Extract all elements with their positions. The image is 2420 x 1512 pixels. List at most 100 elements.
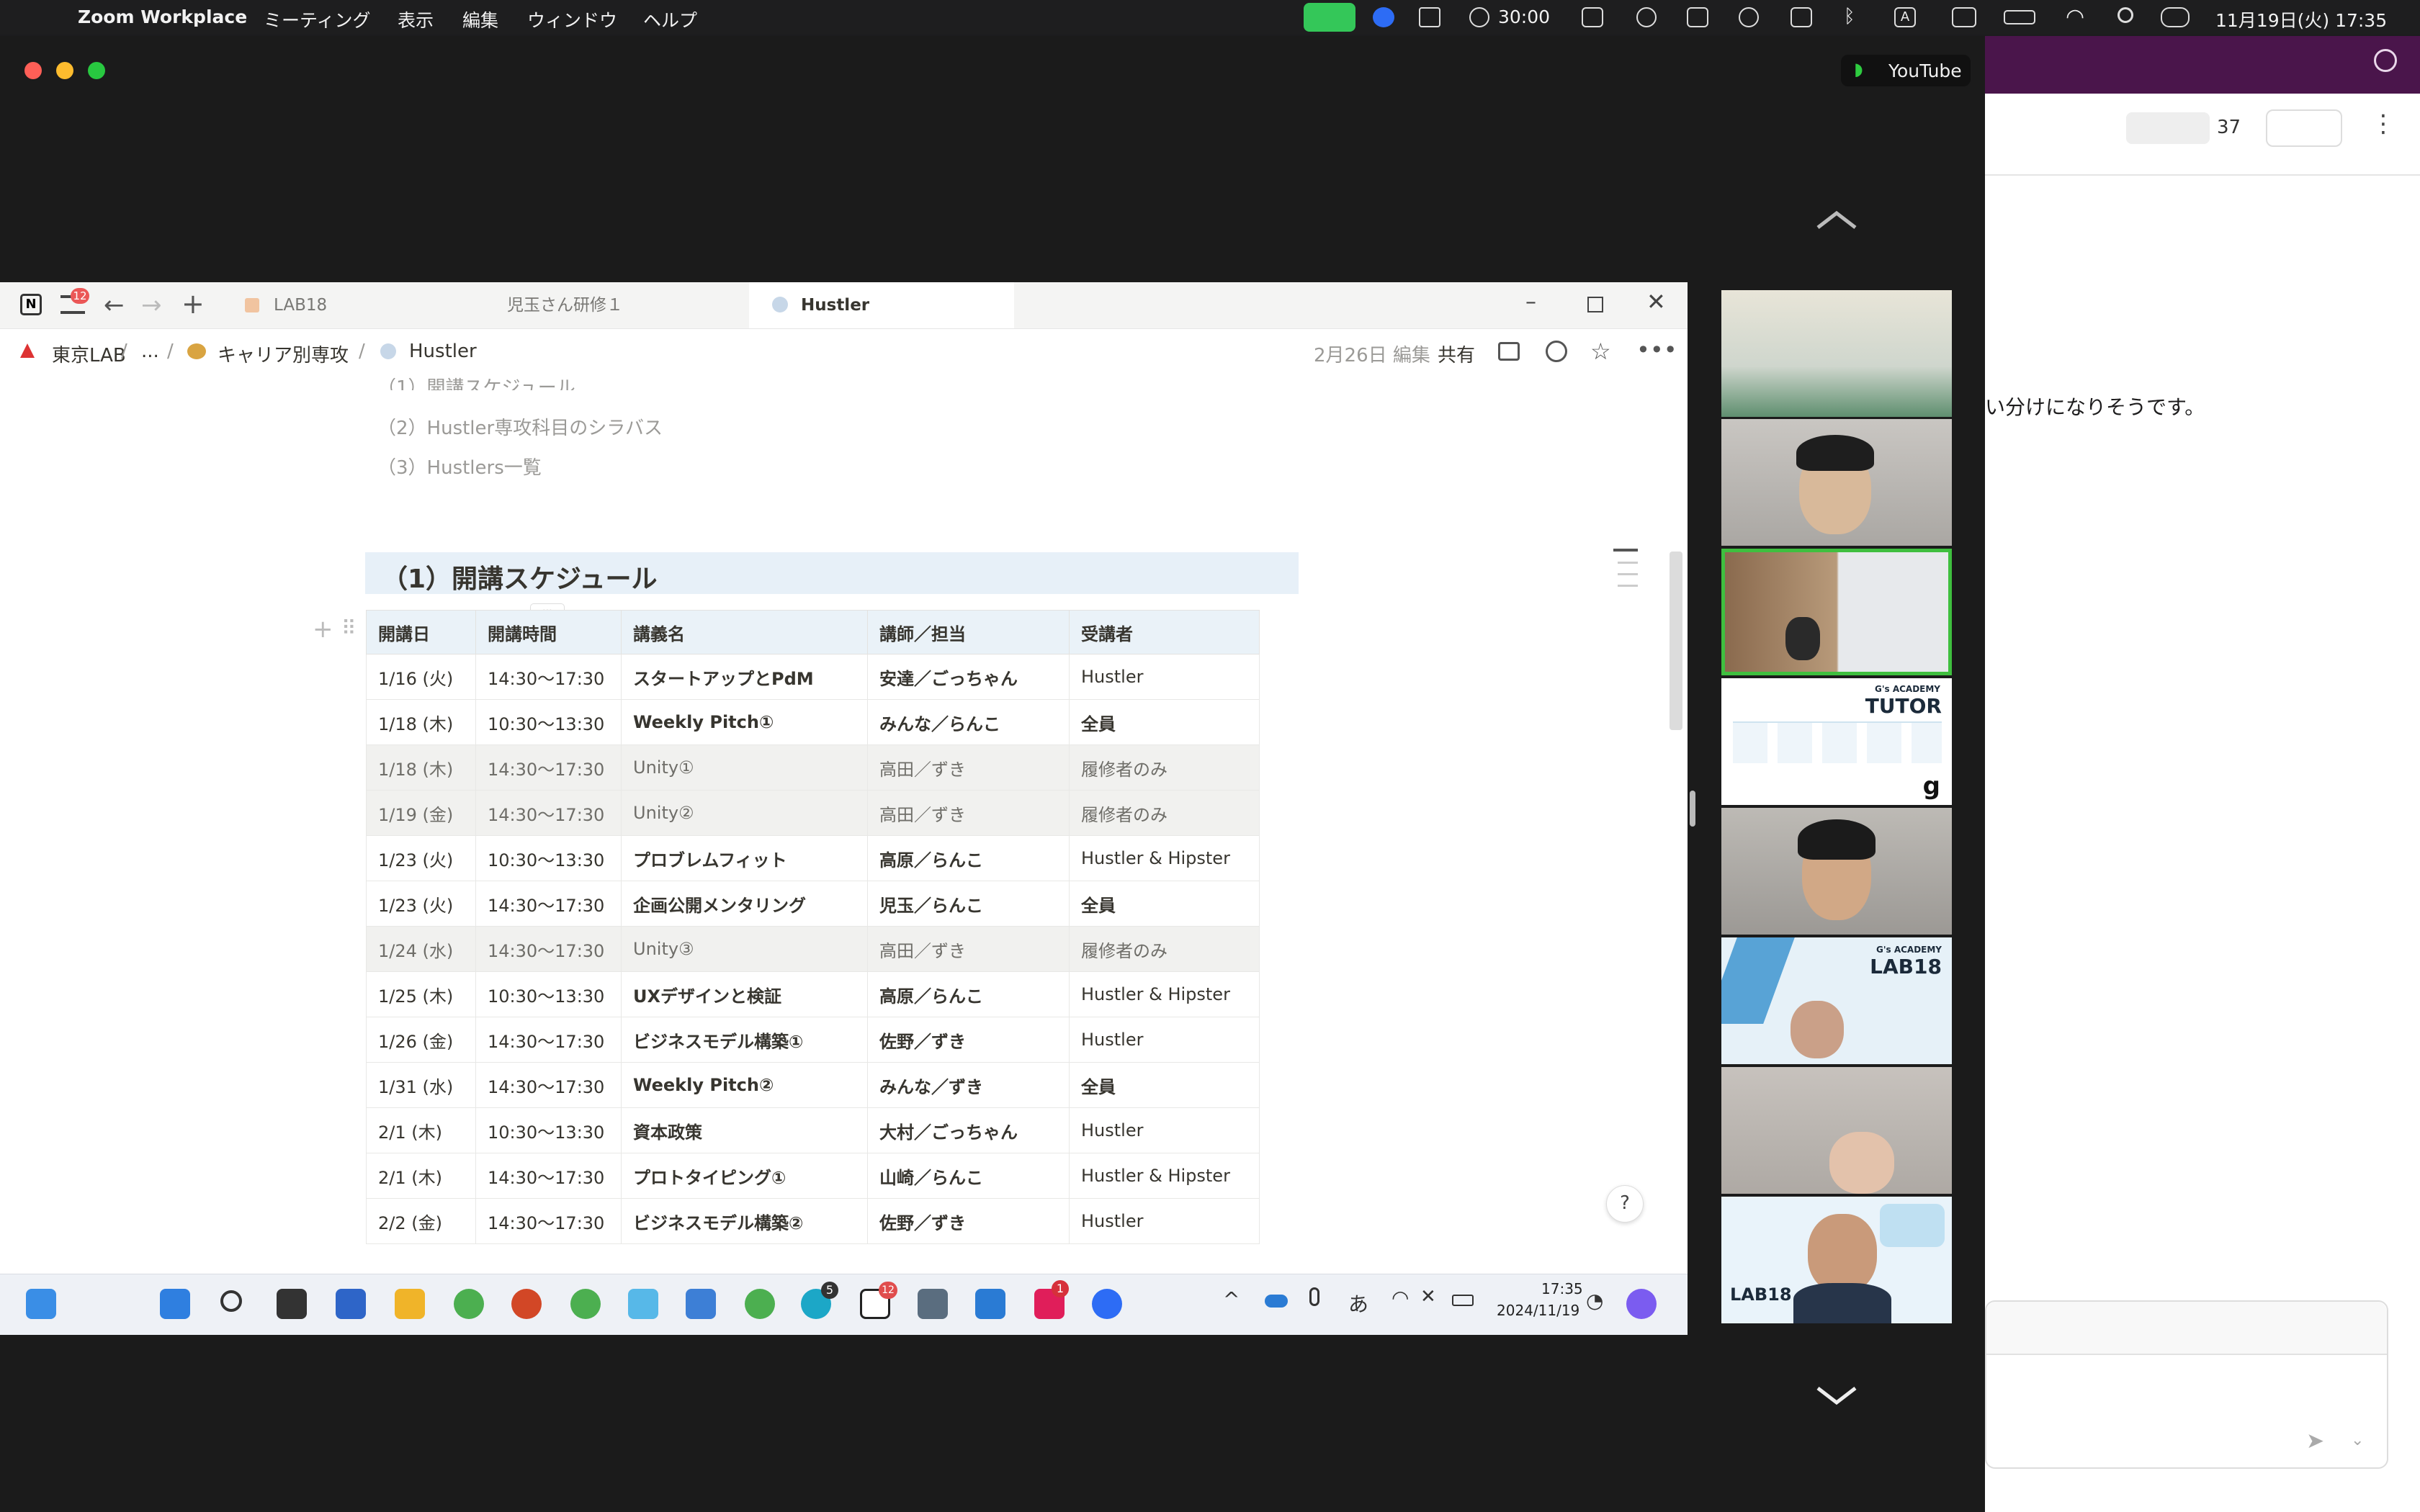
add-block-plus-icon[interactable]: + <box>313 615 333 644</box>
spotlight-search-icon[interactable] <box>2118 7 2133 23</box>
win-maximize-button[interactable] <box>1587 297 1603 312</box>
input-mode-icon[interactable]: A <box>1894 7 1916 27</box>
cell-attendees[interactable]: 履修者のみ <box>1069 744 1260 791</box>
cell-attendees[interactable]: Hustler & Hipster <box>1069 971 1260 1017</box>
menu-meeting[interactable]: ミーティング <box>264 6 371 32</box>
window-minimize-button[interactable] <box>56 62 73 79</box>
tab-hustler[interactable]: Hustler <box>749 282 1014 328</box>
participant-tile-man-glasses[interactable] <box>1721 419 1952 546</box>
cell-instructor[interactable]: 大村／ごっちゃん <box>867 1107 1070 1153</box>
speaker-muted-icon[interactable]: ✕ <box>1420 1286 1436 1308</box>
cell-time[interactable]: 14:30〜17:30 <box>475 881 622 927</box>
outline-marker[interactable] <box>1618 573 1638 575</box>
cell-lecture[interactable]: Unity① <box>621 744 868 791</box>
table-row[interactable]: 1/19 (金) 14:30〜17:30 Unity② 高田／ずき 履修者のみ <box>366 790 1260 836</box>
cell-lecture[interactable]: Unity③ <box>621 926 868 972</box>
zoom-menubar-icon[interactable] <box>1373 7 1394 27</box>
battery-tray-icon[interactable] <box>1452 1295 1474 1306</box>
onedrive-icon[interactable] <box>1265 1295 1288 1308</box>
cell-attendees[interactable]: 全員 <box>1069 1062 1260 1108</box>
cell-lecture[interactable]: UXデザインと検証 <box>621 971 868 1017</box>
history-clock-icon[interactable] <box>1546 341 1567 362</box>
cell-attendees[interactable]: 履修者のみ <box>1069 790 1260 836</box>
col-header-lecture[interactable]: 講義名 <box>621 610 868 654</box>
send-options-chevron-icon[interactable]: ⌄ <box>2351 1431 2364 1449</box>
table-row[interactable]: 1/23 (火) 14:30〜17:30 企画公開メンタリング 児玉／らんこ 全員 <box>366 881 1260 927</box>
microphone-icon[interactable] <box>1309 1287 1319 1306</box>
window-zoom-button[interactable] <box>88 62 105 79</box>
cell-time[interactable]: 10:30〜13:30 <box>475 1107 622 1153</box>
cell-instructor[interactable]: 佐野／ずき <box>867 1017 1070 1063</box>
keyboard-icon[interactable] <box>1952 7 1976 27</box>
cell-date[interactable]: 1/18 (木) <box>366 699 476 745</box>
participant-tile-man[interactable] <box>1721 808 1952 935</box>
app-menu-zoom[interactable]: Zoom Workplace <box>78 6 247 27</box>
wifi-icon[interactable]: ◠ <box>2066 4 2084 30</box>
zoom-video-status-icon[interactable] <box>1304 3 1355 32</box>
search-icon[interactable] <box>220 1290 242 1312</box>
chrome-profile-icon[interactable] <box>745 1289 775 1319</box>
cell-lecture[interactable]: Weekly Pitch② <box>621 1062 868 1108</box>
tab-kodama-training[interactable]: 児玉さん研修１ <box>493 282 745 328</box>
cell-instructor[interactable]: みんな／ずき <box>867 1062 1070 1108</box>
cell-time[interactable]: 14:30〜17:30 <box>475 1062 622 1108</box>
table-row[interactable]: 1/25 (木) 10:30〜13:30 UXデザインと検証 高原／らんこ Hustle… <box>366 971 1260 1017</box>
cell-lecture[interactable]: Unity② <box>621 790 868 836</box>
outline-marker[interactable] <box>1618 562 1638 564</box>
cell-instructor[interactable]: 高田／ずき <box>867 790 1070 836</box>
win-close-button[interactable]: ✕ <box>1646 288 1666 315</box>
cell-instructor[interactable]: 高田／ずき <box>867 926 1070 972</box>
participant-tile-lab18[interactable]: G's ACADEMY LAB18 <box>1721 937 1952 1064</box>
taskbar-time[interactable]: 17:35 <box>1541 1280 1583 1297</box>
table-row[interactable]: 1/31 (水) 14:30〜17:30 Weekly Pitch② みんな／ずき 全員 <box>366 1062 1260 1108</box>
windows-start-icon[interactable] <box>160 1289 190 1319</box>
favorite-star-icon[interactable]: ☆ <box>1590 338 1611 365</box>
chrome-icon[interactable] <box>454 1289 484 1319</box>
cell-date[interactable]: 1/23 (火) <box>366 881 476 927</box>
tab-lab18[interactable]: LAB18 <box>216 282 490 328</box>
participant-tile-active-speaker[interactable] <box>1721 549 1952 675</box>
calculator-icon[interactable] <box>918 1289 948 1319</box>
cell-lecture[interactable]: プロブレムフィット <box>621 835 868 881</box>
menu-edit[interactable]: 編集 <box>462 6 498 32</box>
toc-item-syllabus[interactable]: （2）Hustler専攻科目のシラバス <box>377 413 663 440</box>
outline-marker[interactable] <box>1618 585 1638 587</box>
display-icon[interactable] <box>1687 7 1708 27</box>
widgets-icon[interactable] <box>26 1289 56 1319</box>
help-icon[interactable] <box>2374 49 2397 72</box>
win-minimize-button[interactable]: – <box>1525 289 1536 315</box>
cell-instructor[interactable]: 山崎／らんこ <box>867 1153 1070 1199</box>
cell-lecture[interactable]: ビジネスモデル構築① <box>621 1017 868 1063</box>
photos-icon[interactable] <box>975 1289 1005 1319</box>
cell-attendees[interactable]: 全員 <box>1069 881 1260 927</box>
breadcrumb-tokyo-lab[interactable]: 東京LAB <box>52 341 126 367</box>
breadcrumb-ellipsis[interactable]: ... <box>141 341 159 362</box>
taskbar-date[interactable]: 2024/11/19 <box>1497 1302 1579 1319</box>
col-header-time[interactable]: 開講時間 <box>475 610 622 654</box>
bluetooth-icon[interactable]: ᛒ <box>1844 6 1855 27</box>
back-arrow-icon[interactable]: ← <box>104 291 125 320</box>
cell-time[interactable]: 14:30〜17:30 <box>475 1017 622 1063</box>
share-button[interactable]: 共有 <box>1438 341 1475 367</box>
notification-bell-icon[interactable]: ◔ <box>1586 1289 1603 1313</box>
page-scrollbar-thumb[interactable] <box>1670 552 1682 730</box>
cell-date[interactable]: 1/26 (金) <box>366 1017 476 1063</box>
wifi-tray-icon[interactable]: ◠ <box>1392 1286 1409 1310</box>
cell-instructor[interactable]: 高原／らんこ <box>867 971 1070 1017</box>
notion-ai-icon[interactable]: ? <box>1606 1185 1644 1223</box>
cell-instructor[interactable]: 高原／らんこ <box>867 835 1070 881</box>
timer-icon[interactable] <box>1469 7 1489 27</box>
cell-attendees[interactable]: Hustler <box>1069 654 1260 700</box>
cell-date[interactable]: 1/25 (木) <box>366 971 476 1017</box>
strip-scroll-down-icon[interactable] <box>1815 1385 1858 1407</box>
control-icon[interactable] <box>1791 7 1812 27</box>
cell-attendees[interactable]: Hustler & Hipster <box>1069 835 1260 881</box>
cell-attendees[interactable]: Hustler <box>1069 1107 1260 1153</box>
participant-tile-lab18-man[interactable]: LAB18 <box>1721 1197 1952 1323</box>
cell-attendees[interactable]: 全員 <box>1069 699 1260 745</box>
tray-chevron-icon[interactable]: ^ <box>1223 1287 1240 1311</box>
copilot-icon[interactable] <box>1626 1289 1657 1319</box>
cell-time[interactable]: 10:30〜13:30 <box>475 699 622 745</box>
col-header-date[interactable]: 開講日 <box>366 610 476 654</box>
table-row[interactable]: 2/1 (木) 10:30〜13:30 資本政策 大村／ごっちゃん Hustler <box>366 1107 1260 1153</box>
